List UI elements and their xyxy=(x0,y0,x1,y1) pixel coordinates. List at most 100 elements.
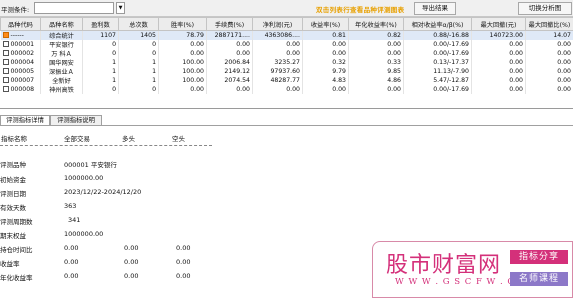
cell: 0.00 xyxy=(525,76,573,85)
metric-value: 1000000.00 xyxy=(64,230,104,238)
watermark-site-name: 股市财富网 xyxy=(386,253,502,278)
col-header[interactable]: 最大回撤(元) xyxy=(471,17,526,31)
row-checkbox[interactable] xyxy=(2,68,9,74)
chevron-down-icon[interactable]: ▼ xyxy=(116,2,125,14)
cell: 0.00 xyxy=(206,85,253,94)
cell-name: 国华网安 xyxy=(40,58,83,67)
cell: 2074.54 xyxy=(206,76,253,85)
metric-value: 2023/12/22-2024/12/20 xyxy=(64,188,142,196)
cell: 0 xyxy=(82,85,119,94)
table-row[interactable]: 000008 神州高铁 0 0 0.00 0.00 0.00 0.00 0.00… xyxy=(0,85,573,94)
cell: 100.00 xyxy=(158,76,207,85)
metric-label: 评测周期数 xyxy=(0,218,33,226)
metric-value: 363 xyxy=(64,202,77,210)
metric-header-name: 指标名称 xyxy=(1,135,27,143)
row-checkbox[interactable] xyxy=(2,41,9,47)
cell: 4.83 xyxy=(302,76,349,85)
cell: 0.00 xyxy=(302,49,349,58)
cell: 0.00 xyxy=(206,49,253,58)
cell: 0.00/-17.69 xyxy=(403,85,472,94)
col-header[interactable]: 盈利数 xyxy=(82,17,119,31)
table-row[interactable]: 000007 全新好 1 1 100.00 2074.54 48287.77 4… xyxy=(0,76,573,85)
cell-code: 000004 xyxy=(10,59,35,66)
metric-divider xyxy=(0,145,212,146)
cell: 0.00/-17.69 xyxy=(403,49,472,58)
row-checkbox[interactable] xyxy=(2,86,9,92)
cell: 0 xyxy=(82,49,119,58)
export-button[interactable]: 导出结果 xyxy=(414,2,456,15)
cell: 9.85 xyxy=(348,67,404,76)
cell: 0.00 xyxy=(252,85,303,94)
metric-label: 期末权益 xyxy=(0,232,26,240)
metric-value-short: 0.00 xyxy=(176,244,191,252)
cell: 0.82 xyxy=(348,30,404,40)
table-row[interactable]: 000004 国华网安 1 1 100.00 2006.84 3235.27 0… xyxy=(0,58,573,67)
metric-header-all: 全部交易 xyxy=(64,135,90,143)
col-header[interactable]: 年化收益率(%) xyxy=(348,17,404,31)
col-header[interactable]: 胜率(%) xyxy=(158,17,207,31)
metric-label: 年化收益率 xyxy=(0,274,33,282)
cell: 2887171.... xyxy=(206,30,253,40)
cell-name: 神州高铁 xyxy=(40,85,83,94)
cell: 1107 xyxy=(82,30,119,40)
cell: 0.00 xyxy=(158,40,207,49)
cell: 0.00 xyxy=(158,49,207,58)
cell: 3235.27 xyxy=(252,58,303,67)
splitter[interactable] xyxy=(0,108,573,109)
cell-name: 综合统计 xyxy=(40,30,83,40)
metric-label: 评测日期 xyxy=(0,190,26,198)
col-header[interactable]: 手续费(%) xyxy=(206,17,253,31)
cell: 0.33 xyxy=(348,58,404,67)
row-checkbox[interactable] xyxy=(2,59,9,65)
filter-input[interactable] xyxy=(34,2,114,14)
cell: 100.00 xyxy=(158,58,207,67)
table-row[interactable]: 000005 深振业Ａ 1 1 100.00 2149.12 97937.60 … xyxy=(0,67,573,76)
cell: 0.00 xyxy=(348,40,404,49)
table-row[interactable]: 000001 平安银行 0 0 0.00 0.00 0.00 0.00 0.00… xyxy=(0,40,573,49)
watermark-badge: 名师课程 xyxy=(510,272,568,286)
col-header[interactable]: 品种名称 xyxy=(40,17,83,31)
metric-value: 0.00 xyxy=(64,272,79,280)
cell: 0.00 xyxy=(471,85,526,94)
metric-label: 持仓时间比 xyxy=(0,246,33,254)
cell: 0.00 xyxy=(348,85,404,94)
cell-code: 000002 xyxy=(10,50,35,57)
cell: 0.00 xyxy=(302,40,349,49)
results-table: 品种代码 品种名称 盈利数 总次数 胜率(%) 手续费(%) 净利润(元) 收益… xyxy=(0,17,573,94)
metric-value: 341 xyxy=(68,216,81,224)
cell: 1405 xyxy=(118,30,159,40)
cell: 0.00 xyxy=(471,40,526,49)
tab-divider xyxy=(0,125,573,126)
cell: 0.00 xyxy=(158,85,207,94)
metric-value: 000001 平安银行 xyxy=(64,161,117,169)
col-header[interactable]: 总次数 xyxy=(118,17,159,31)
col-header[interactable]: 品种代码 xyxy=(0,17,41,31)
row-checkbox[interactable] xyxy=(2,50,9,56)
metric-value-long: 0.00 xyxy=(124,272,139,280)
hint-title: 双击列表行查看品种评测图表 xyxy=(316,6,405,14)
metric-value-short: 0.00 xyxy=(176,272,191,280)
metric-value: 0.00 xyxy=(64,258,79,266)
cell-name: 平安银行 xyxy=(40,40,83,49)
cell: 0.32 xyxy=(302,58,349,67)
cell: 0.00 xyxy=(252,49,303,58)
col-header[interactable]: 净利润(元) xyxy=(252,17,303,31)
metric-value-long: 0.00 xyxy=(124,244,139,252)
cell: 0.00 xyxy=(471,58,526,67)
cell: 4.86 xyxy=(348,76,404,85)
col-header[interactable]: 收益率(%) xyxy=(302,17,349,31)
cell: 11.13/-7.90 xyxy=(403,67,472,76)
table-row-summary[interactable]: ------ 综合统计 1107 1405 78.79 2887171.... … xyxy=(0,30,573,40)
col-header[interactable]: 相对收益率α/β(%) xyxy=(403,17,472,31)
filter-label: 平测条件: xyxy=(1,6,30,14)
col-header[interactable]: 最大回撤比(%) xyxy=(525,17,573,31)
switch-chart-button[interactable]: 切换分析图 xyxy=(518,2,572,15)
cell: 0.00 xyxy=(471,67,526,76)
cell: 0.00 xyxy=(525,67,573,76)
cell: 48287.77 xyxy=(252,76,303,85)
metric-value-short: 0.00 xyxy=(176,258,191,266)
table-row[interactable]: 000002 万 科Ａ 0 0 0.00 0.00 0.00 0.00 0.00… xyxy=(0,49,573,58)
cell: 0.00 xyxy=(525,85,573,94)
row-checkbox[interactable] xyxy=(2,77,9,83)
cell: 0.81 xyxy=(302,30,349,40)
